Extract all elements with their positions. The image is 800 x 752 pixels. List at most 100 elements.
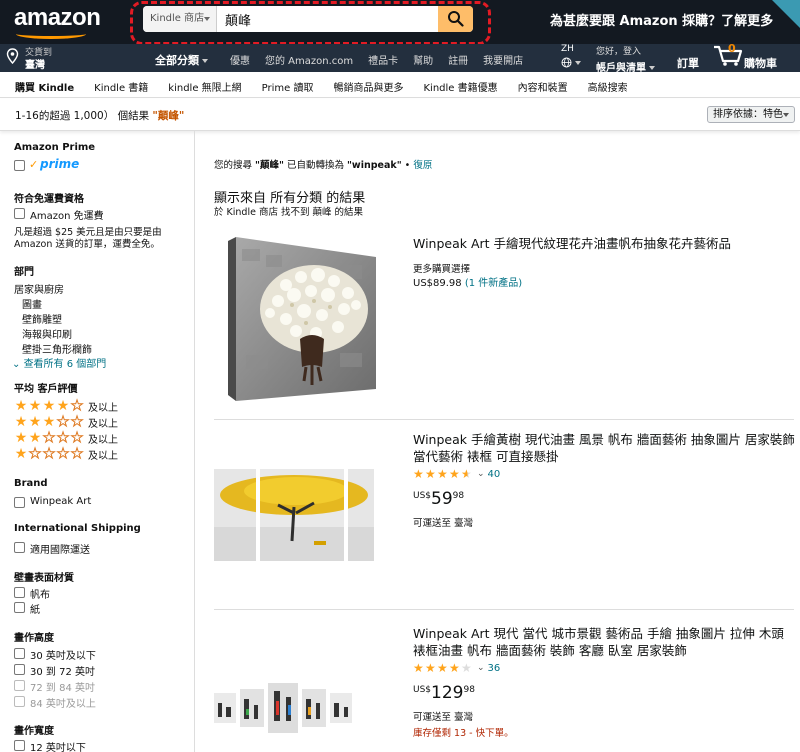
intl-shipping-label[interactable]: 適用國際運送 (30, 541, 90, 556)
star-icon: ★ (42, 414, 56, 430)
product-image[interactable] (214, 683, 374, 733)
product-brand: Winpeak Art (413, 236, 490, 251)
product-price[interactable]: US$12998 (413, 683, 475, 703)
brand-label[interactable]: Winpeak Art (30, 496, 91, 507)
results-count-text: 1-16的超過 1,000） 個結果 (15, 110, 153, 122)
intl-shipping-checkbox[interactable] (14, 542, 25, 553)
surface-checkbox[interactable] (14, 602, 25, 613)
rating-and-up-label: 及以上 (88, 419, 118, 430)
nav-link-help[interactable]: 幫助 (413, 52, 433, 67)
rating-filter-4[interactable]: ★ ★ ★ ★ ★ 及以上 (14, 398, 118, 415)
star-empty-icon: ★ (56, 446, 70, 462)
orders-link[interactable]: 訂單 (677, 55, 699, 71)
see-all-departments-link[interactable]: ⌄ 查看所有 6 個部門 (12, 355, 106, 370)
star-icon: ★ (14, 446, 28, 462)
subnav-best-sellers[interactable]: 暢銷商品與更多 (334, 79, 404, 94)
intl-shipping-heading: International Shipping (14, 523, 141, 534)
product-image[interactable] (214, 469, 374, 561)
price-currency: US$ (413, 685, 432, 695)
rating-and-up-label: 及以上 (88, 403, 118, 414)
account-menu[interactable]: 您好，登入 帳戶與清單 (596, 44, 655, 74)
deliver-to-country: 臺灣 (25, 60, 45, 71)
product-brand: Winpeak (413, 432, 468, 447)
width-label[interactable]: 12 英吋以下 (30, 739, 86, 752)
subnav-prime-reading[interactable]: Prime 讀取 (262, 79, 314, 94)
promo-banner[interactable]: 為甚麼要跟 Amazon 採購？了解更多 (550, 10, 773, 29)
product-price[interactable]: US$5998 (413, 489, 464, 509)
height-checkbox[interactable] (14, 648, 25, 659)
department-item[interactable]: 壁掛三角形欄飾 (22, 341, 92, 356)
product-image[interactable] (226, 235, 386, 403)
new-offers-link[interactable]: (1 件新產品) (465, 278, 522, 289)
height-label[interactable]: 30 到 72 英吋 (30, 663, 95, 678)
search-button[interactable] (438, 6, 473, 32)
subnav-kindle-books[interactable]: Kindle 書籍 (94, 79, 148, 94)
height-label[interactable]: 30 英吋及以下 (30, 647, 96, 662)
notice-text: 已自動轉換為 (283, 160, 347, 171)
price-whole: 59 (431, 489, 453, 509)
price-currency: US$ (413, 491, 432, 501)
cart-button[interactable]: 0 購物車 (713, 42, 777, 70)
rating-filter-1[interactable]: ★ ★ ★ ★ ★ 及以上 (14, 446, 118, 463)
sort-dropdown[interactable]: 排序依據：特色 (707, 106, 795, 123)
product-rating[interactable]: ★ ★ ★ ★ ★ ⌄ 40 (413, 468, 500, 480)
subnav-buy-kindle[interactable]: 購買 Kindle (15, 79, 74, 94)
price-fraction: 98 (463, 685, 475, 695)
nav-link-sell[interactable]: 我要開店 (483, 52, 523, 67)
search-input[interactable] (217, 6, 438, 32)
surface-label[interactable]: 紙 (30, 601, 40, 616)
review-count[interactable]: 40 (488, 469, 501, 480)
all-categories-menu[interactable]: 全部分類 (155, 52, 208, 68)
language-selector[interactable]: ZH (561, 44, 581, 68)
review-count[interactable]: 36 (488, 663, 501, 674)
product-title-link[interactable]: Winpeak Art 手繪現代紋理花卉油畫帆布抽象花卉藝術品 (413, 235, 799, 252)
nav-link-registry[interactable]: 註冊 (448, 52, 468, 67)
magnifier-icon (448, 11, 464, 27)
chevron-down-icon: ⌄ (477, 663, 485, 673)
undo-conversion-link[interactable]: 復原 (413, 160, 432, 171)
height-checkbox-disabled (14, 696, 25, 707)
rating-filter-3[interactable]: ★ ★ ★ ★ ★ 及以上 (14, 414, 118, 431)
width-checkbox[interactable] (14, 740, 25, 751)
height-checkbox[interactable] (14, 664, 25, 675)
amazon-logo[interactable]: amazon (14, 4, 101, 32)
surface-label[interactable]: 帆布 (30, 586, 50, 601)
department-root[interactable]: 居家與廚房 (14, 281, 64, 296)
product-title-link[interactable]: Winpeak 手繪黃樹 現代油畫 風景 帆布 牆面藝術 抽象圖片 居家裝飾 當… (413, 431, 799, 465)
star-empty-icon: ★ (56, 414, 70, 430)
subnav-advanced-search[interactable]: 高級搜索 (588, 79, 628, 94)
product-rating[interactable]: ★ ★ ★ ★ ★ ⌄ 36 (413, 662, 500, 674)
prime-filter-heading: Amazon Prime (14, 142, 96, 153)
subnav-kindle-deals[interactable]: Kindle 書籍優惠 (424, 79, 498, 94)
corner-decoration (772, 0, 800, 28)
rating-filter-2[interactable]: ★ ★ ★ ★ ★ 及以上 (14, 431, 118, 447)
subnav-content-devices[interactable]: 內容和裝置 (518, 79, 568, 94)
results-query: "顛峰" (152, 110, 185, 122)
nav-link-your-amazon[interactable]: 您的 Amazon.com (265, 52, 353, 67)
subnav-kindle-unlimited[interactable]: kindle 無限上網 (168, 79, 241, 94)
nav-link-gift-cards[interactable]: 禮品卡 (368, 52, 398, 67)
height-checkbox-disabled (14, 680, 25, 691)
prime-checkbox[interactable] (14, 160, 25, 171)
star-empty-icon: ★ (70, 446, 84, 462)
department-item[interactable]: 圖畫 (22, 296, 42, 311)
star-empty-icon: ★ (70, 414, 84, 430)
location-pin-icon (6, 48, 19, 64)
free-shipping-label[interactable]: Amazon 免運費 (30, 207, 104, 222)
notice-text: 您的搜尋 (214, 160, 256, 171)
nav-link-deals[interactable]: 優惠 (230, 52, 250, 67)
product-price-line: US$89.98 (1 件新產品) (413, 274, 522, 289)
department-item[interactable]: 海報與印刷 (22, 326, 72, 341)
surface-checkbox[interactable] (14, 587, 25, 598)
product-title-link[interactable]: Winpeak Art 現代 當代 城市景觀 藝術品 手繪 抽象圖片 拉伸 木頭… (413, 625, 799, 659)
product-card: Winpeak Art 手繪現代紋理花卉油畫帆布抽象花卉藝術品 更多購買選擇 U… (214, 235, 794, 405)
department-item[interactable]: 壁飾雕塑 (22, 311, 62, 326)
search-category-select[interactable]: Kindle 商店 (143, 6, 217, 32)
star-icon: ★ (28, 398, 42, 414)
brand-checkbox[interactable] (14, 497, 25, 508)
free-shipping-checkbox[interactable] (14, 208, 25, 219)
product-card: Winpeak 手繪黃樹 現代油畫 風景 帆布 牆面藝術 抽象圖片 居家裝飾 當… (214, 431, 795, 571)
globe-icon (561, 57, 572, 68)
star-icon: ★ (413, 467, 424, 481)
free-shipping-heading: 符合免運費資格 (14, 194, 84, 205)
